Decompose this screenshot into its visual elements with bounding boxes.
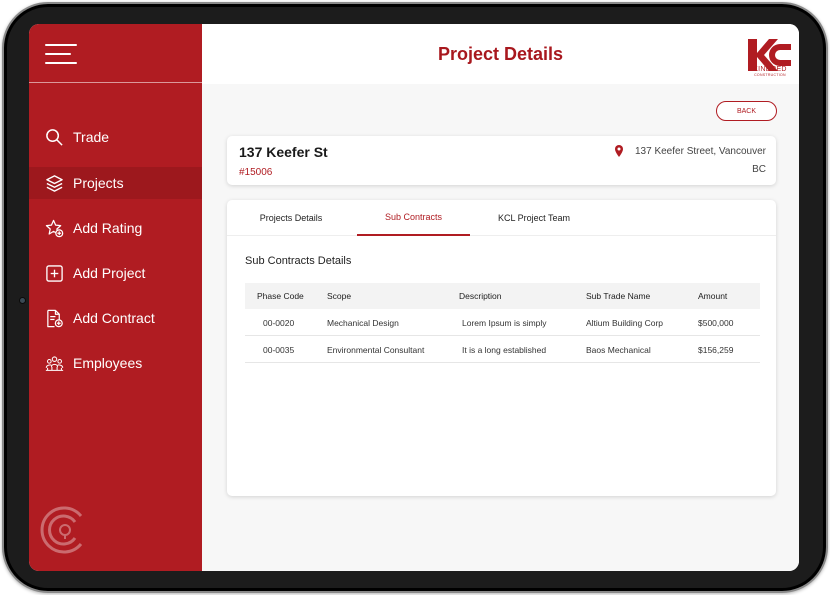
sidebar-item-label: Add Rating [73, 220, 143, 236]
logo-subtext: CONSTRUCTION [754, 73, 786, 77]
sidebar-item-label: Add Contract [73, 310, 155, 326]
cell-phase-code: 00-0035 [263, 344, 295, 355]
sidebar-divider [29, 82, 202, 83]
column-header-sub-trade-name: Sub Trade Name [586, 291, 651, 301]
sidebar-item-label: Projects [73, 175, 124, 191]
project-summary-card: 137 Keefer St #15006 137 Keefer Street, … [227, 136, 776, 185]
cell-scope: Environmental Consultant [327, 344, 425, 355]
sidebar-item-label: Add Project [73, 265, 146, 281]
table-header: Phase Code Scope Description Sub Trade N… [245, 283, 760, 309]
sidebar-item-add-contract[interactable]: Add Contract [29, 302, 202, 334]
cell-amount: $156,259 [698, 344, 734, 355]
sidebar-item-projects[interactable]: Projects [29, 167, 202, 199]
team-icon [44, 353, 64, 373]
sidebar-item-add-rating[interactable]: Add Rating [29, 212, 202, 244]
main-content: Project Details KINDRED CONSTRUCTION BAC… [202, 24, 799, 571]
sidebar-item-employees[interactable]: Employees [29, 347, 202, 379]
app-screen: Trade Projects Add Rating Add Project Ad [29, 24, 799, 571]
project-name: 137 Keefer St [239, 144, 328, 160]
cell-sub-trade-name: Altium Building Corp [586, 317, 664, 328]
cell-amount: $500,000 [698, 317, 734, 328]
tab-bar: Projects Details Sub Contracts KCL Proje… [227, 200, 776, 236]
camera [19, 297, 26, 304]
page-title: Project Details [437, 44, 564, 64]
logo-text: KINDRED [753, 66, 787, 73]
search-icon [44, 127, 64, 147]
back-button[interactable]: BACK [716, 101, 777, 121]
cell-description: Lorem Ipsum is simply [462, 317, 547, 328]
location-pin-icon [615, 145, 623, 157]
project-province: BC [752, 164, 766, 175]
cell-scope: Mechanical Design [327, 317, 399, 328]
table-row[interactable]: 00-0020 Mechanical Design Lorem Ipsum is… [245, 309, 760, 336]
cell-description: It is a long established [462, 344, 547, 355]
star-add-icon [44, 218, 64, 238]
sidebar: Trade Projects Add Rating Add Project Ad [29, 24, 202, 571]
project-address: 137 Keefer Street, Vancouver [634, 146, 766, 157]
top-bar: Project Details KINDRED CONSTRUCTION [202, 24, 799, 84]
section-title: Sub Contracts Details [245, 255, 352, 267]
document-add-icon [44, 308, 64, 328]
column-header-description: Description [459, 291, 502, 301]
sidebar-item-label: Employees [73, 355, 143, 371]
column-header-phase-code: Phase Code [257, 291, 304, 301]
cell-sub-trade-name: Baos Mechanical [586, 344, 651, 355]
tab-projects-details[interactable]: Projects Details [227, 200, 355, 236]
project-id: #15006 [239, 167, 273, 178]
project-details-card: Projects Details Sub Contracts KCL Proje… [227, 200, 776, 496]
plus-square-icon [44, 263, 64, 283]
column-header-scope: Scope [327, 291, 352, 301]
sidebar-item-label: Trade [73, 129, 110, 145]
layers-icon [44, 173, 64, 193]
menu-icon[interactable] [45, 44, 79, 66]
sub-contracts-table: Phase Code Scope Description Sub Trade N… [245, 283, 760, 363]
tab-sub-contracts[interactable]: Sub Contracts [357, 200, 470, 236]
tab-kcl-project-team[interactable]: KCL Project Team [472, 200, 596, 236]
cell-phase-code: 00-0020 [263, 317, 295, 328]
table-row[interactable]: 00-0035 Environmental Consultant It is a… [245, 336, 760, 363]
sidebar-item-trade[interactable]: Trade [29, 121, 202, 153]
column-header-amount: Amount [698, 291, 728, 301]
sidebar-item-add-project[interactable]: Add Project [29, 257, 202, 289]
watermark-logo-icon [37, 502, 93, 558]
